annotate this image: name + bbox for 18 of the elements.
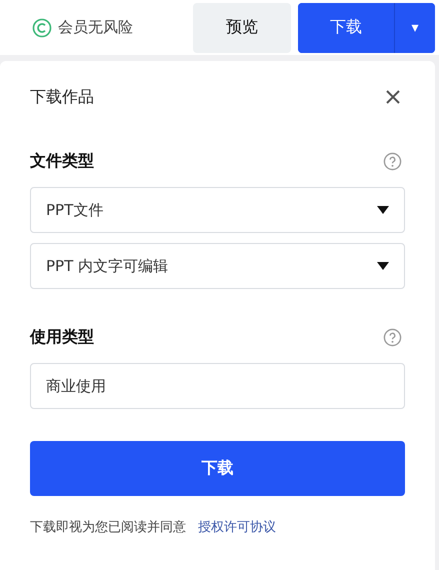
help-icon[interactable] bbox=[383, 152, 402, 170]
section-title: 文件类型 bbox=[30, 150, 94, 172]
section-title: 使用类型 bbox=[30, 326, 94, 348]
agreement-text: 下载即视为您已阅读并同意 bbox=[30, 519, 186, 536]
caret-icon bbox=[377, 206, 389, 214]
guarantee-label: 会员无风险 bbox=[58, 18, 133, 37]
download-button[interactable]: 下载 bbox=[30, 441, 405, 496]
license-link[interactable]: 授权许可协议 bbox=[198, 518, 276, 536]
caret-icon bbox=[377, 262, 389, 270]
dropdown-select[interactable]: PPT 内文字可编辑 bbox=[30, 243, 405, 289]
dropdown-select[interactable]: PPT文件 bbox=[30, 187, 405, 233]
preview-button[interactable]: 预览 bbox=[193, 2, 291, 52]
download-button[interactable]: 下载 bbox=[298, 2, 395, 52]
help-icon[interactable] bbox=[383, 328, 402, 346]
copyright-icon bbox=[32, 18, 52, 38]
input-field[interactable]: 商业使用 bbox=[30, 363, 405, 409]
close-icon[interactable] bbox=[385, 89, 401, 105]
panel-title: 下载作品 bbox=[30, 86, 94, 108]
